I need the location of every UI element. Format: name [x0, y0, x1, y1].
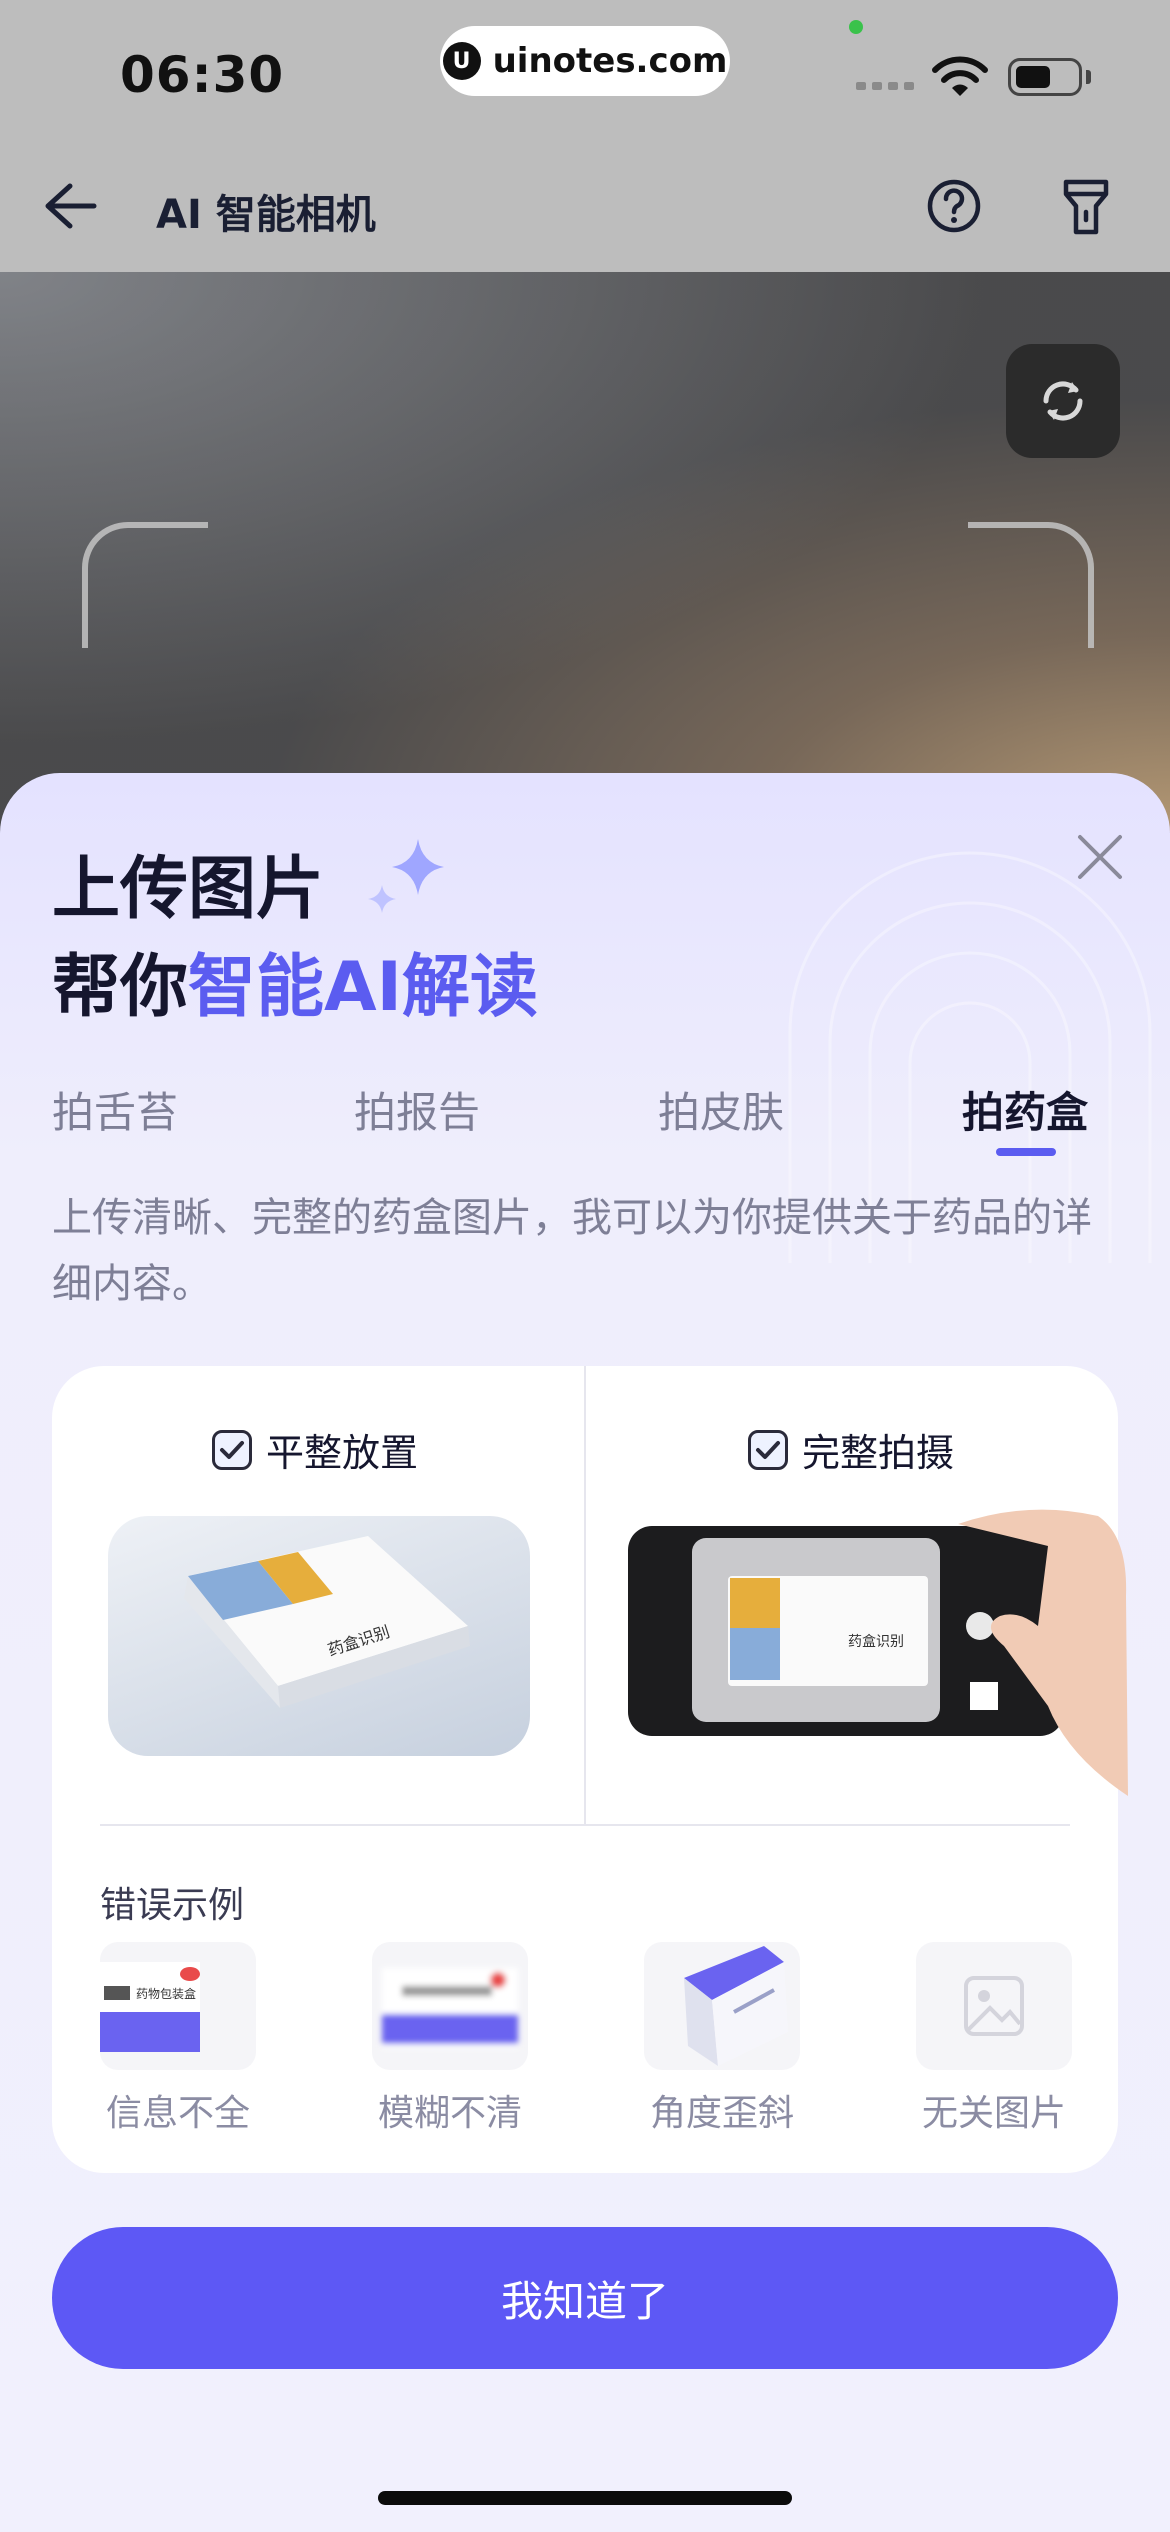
tip-flat-label: 平整放置: [266, 1431, 419, 1475]
tab-skin[interactable]: 拍皮肤: [658, 1079, 784, 1140]
image-placeholder-icon: [964, 1976, 1024, 2036]
home-indicator[interactable]: [378, 2491, 792, 2505]
active-tab-indicator: [996, 1148, 1056, 1156]
rotate-camera-icon: [1043, 381, 1083, 421]
uinotes-logo-icon: U: [442, 42, 481, 80]
card-divider-horizontal: [100, 1824, 1070, 1826]
box-label-text-2: 药盒识别: [848, 1633, 904, 1649]
error-label-blurry: 模糊不清: [377, 2093, 522, 2134]
example-phone-capture-image: 药盒识别: [628, 1506, 1128, 1796]
error-example-incomplete: 药物包装盒 信息不全: [100, 1942, 256, 2136]
tips-card: 平整放置 完整拍摄 药盒识别 药盒识别 错误示例 药物包装盒 信息不全 模糊不清…: [52, 1366, 1128, 2173]
error-label-skewed: 角度歪斜: [649, 2093, 794, 2134]
headline-ai: 帮你智能AI解读: [52, 931, 538, 1030]
url-pill[interactable]: U uinotes.com: [440, 26, 730, 96]
example-flat-box-image: 药盒识别: [108, 1516, 530, 1756]
tab-report[interactable]: 拍报告: [354, 1079, 480, 1140]
wifi-icon: [932, 56, 988, 96]
battery-tip: [1086, 70, 1091, 84]
capture-type-tabs: 拍舌苔 拍报告 拍皮肤 拍药盒: [52, 1079, 1092, 1159]
tab-medicine-box[interactable]: 拍药盒: [962, 1079, 1088, 1140]
error-examples-title: 错误示例: [100, 1885, 245, 1926]
error-thumb-irrelevant: [916, 1942, 1072, 2070]
error-thumb-skewed: [644, 1942, 800, 2070]
camera-viewfinder[interactable]: [0, 272, 1170, 832]
error-label-incomplete: 信息不全: [105, 2093, 250, 2134]
tip-flat: 平整放置: [212, 1422, 418, 1477]
confirm-button[interactable]: 我知道了: [52, 2227, 1118, 2369]
checkbox-icon: [212, 1429, 252, 1470]
flashlight-icon[interactable]: [1060, 176, 1112, 236]
error-example-blurry: 模糊不清: [372, 1942, 528, 2136]
help-icon[interactable]: [924, 176, 984, 236]
headline-upload: 上传图片: [52, 850, 325, 929]
error-thumb-blurry: [372, 1942, 528, 2070]
page-title: AI 智能相机: [156, 192, 376, 238]
privacy-indicator-dot: [849, 20, 863, 34]
switch-camera-button[interactable]: [1006, 344, 1120, 458]
status-time: 06:30: [120, 46, 285, 104]
headline-ai-accent: 智能AI解读: [188, 948, 538, 1027]
sparkle-icon: [368, 839, 444, 913]
error-example-skewed: 角度歪斜: [644, 1942, 800, 2136]
checkbox-icon: [748, 1429, 788, 1470]
guide-description: 上传清晰、完整的药盒图片，我可以为你提供关于药品的详细内容。: [52, 1195, 1092, 1307]
guide-bottom-sheet: 上传图片 帮你智能AI解读 拍舌苔 拍报告 拍皮肤 拍药盒 上传清晰、完整的药盒…: [0, 773, 1170, 2532]
battery-icon: [1008, 58, 1082, 96]
tab-tongue[interactable]: 拍舌苔: [52, 1079, 178, 1140]
error-label-irrelevant: 无关图片: [921, 2093, 1066, 2134]
card-divider-vertical: [584, 1366, 586, 1824]
error-example-irrelevant: 无关图片: [916, 1942, 1072, 2136]
error-thumb-text: 药物包装盒: [136, 1986, 196, 2001]
close-icon[interactable]: [1072, 829, 1128, 885]
error-thumb-incomplete: 药物包装盒: [100, 1942, 256, 2070]
url-text: uinotes.com: [492, 41, 728, 81]
cellular-signal-icon: [856, 82, 914, 90]
status-bar: 06:30 U uinotes.com: [0, 0, 1170, 140]
back-arrow-icon[interactable]: [40, 180, 100, 232]
nav-header: AI 智能相机: [0, 140, 1170, 272]
scan-frame-corner-top-left: [82, 522, 208, 648]
tip-complete-label: 完整拍摄: [802, 1431, 955, 1475]
tip-complete: 完整拍摄: [748, 1422, 954, 1477]
scan-frame-corner-top-right: [968, 522, 1094, 648]
headline-ai-plain: 帮你: [52, 948, 189, 1027]
